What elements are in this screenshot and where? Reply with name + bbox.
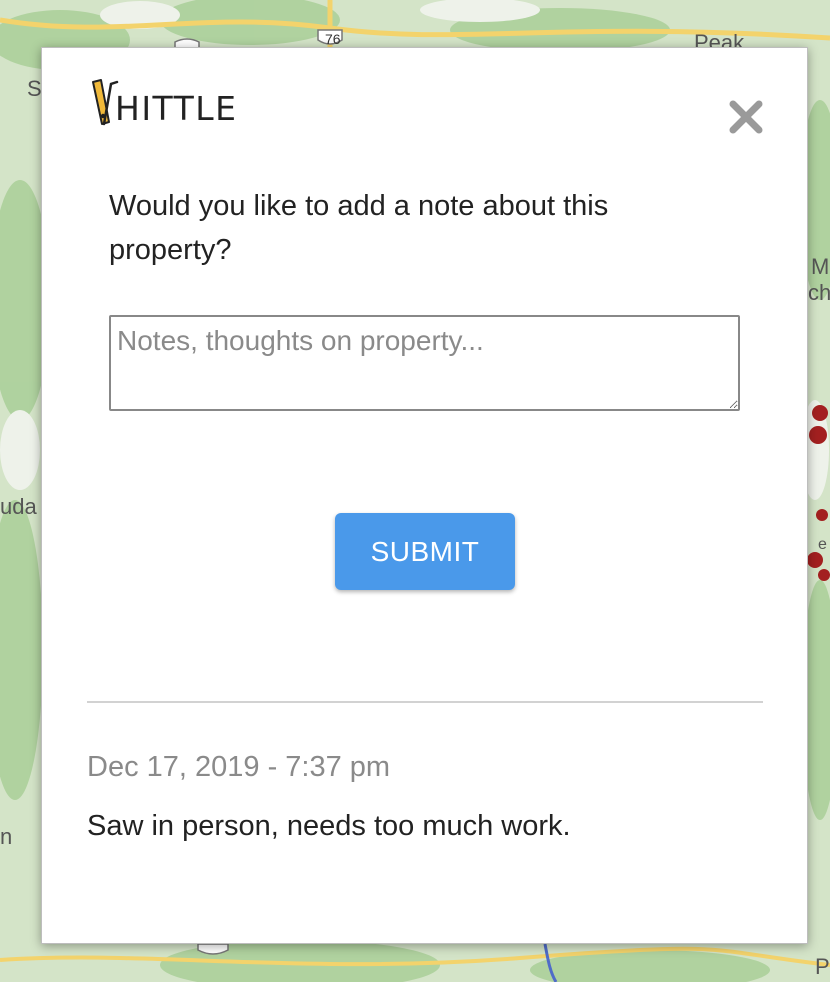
map-label-e: e — [818, 536, 827, 553]
close-button[interactable] — [729, 100, 763, 134]
submit-button[interactable]: SUBMIT — [335, 513, 515, 590]
note-prompt: Would you like to add a note about this … — [109, 190, 609, 266]
map-label-m: M — [811, 254, 830, 279]
map-label-uda: uda — [0, 494, 37, 519]
map-label-highway: 76 — [325, 31, 341, 47]
note-text: Saw in person, needs too much work. — [87, 810, 571, 842]
map-label-p: P — [815, 954, 830, 979]
logo-text: HITTLE — [115, 88, 238, 128]
map-label-n: n — [0, 824, 13, 849]
map-label-ch: ch — [808, 280, 830, 305]
map-label-s: S — [27, 76, 42, 101]
note-date: Dec 17, 2019 - 7:37 pm — [87, 751, 391, 783]
add-note-dialog: HITTLE Would you like to add a note abou… — [41, 47, 808, 944]
whittle-logo: HITTLE — [89, 76, 238, 136]
close-icon — [729, 100, 763, 134]
notes-textarea[interactable] — [109, 315, 740, 411]
divider — [87, 701, 763, 703]
